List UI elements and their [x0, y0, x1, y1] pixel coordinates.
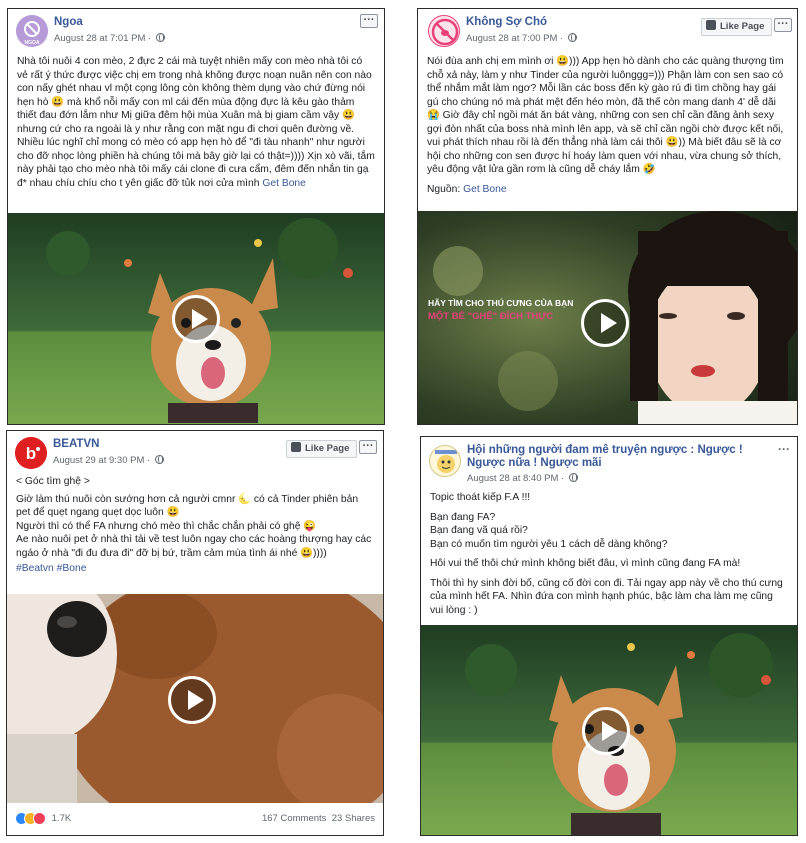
video-thumbnail[interactable]: [8, 213, 384, 424]
thumbs-up-icon: [706, 20, 716, 30]
play-button[interactable]: [581, 299, 629, 347]
timestamp[interactable]: August 28 at 7:00 PM: [466, 33, 557, 44]
post-header: NGOA Ngoa August 28 at 7:01 PM · ···: [8, 9, 384, 55]
post-header: Hội những người đam mê truyện ngược : Ng…: [421, 437, 797, 489]
thumbs-up-icon: [291, 442, 301, 452]
timestamp[interactable]: August 29 at 9:30 PM: [53, 455, 144, 466]
post-meta: August 28 at 8:40 PM ·: [467, 473, 578, 484]
page-name[interactable]: Hội những người đam mê truyện ngược : Ng…: [467, 444, 767, 470]
post-beatvn: b BEATVN August 29 at 9:30 PM · Like Pag…: [6, 430, 384, 836]
no-dog-logo-icon: [431, 18, 459, 46]
like-page-label: Like Page: [305, 443, 350, 454]
post-body: Nói đùa anh chị em mình ơi 😃))) App hẹn …: [427, 56, 784, 175]
post-footer: 1.7K 167 Comments 23 Shares: [7, 801, 383, 835]
svg-text:NGOA: NGOA: [25, 40, 40, 46]
more-options-button[interactable]: ···: [359, 440, 377, 454]
page-avatar[interactable]: b: [15, 437, 47, 469]
globe-icon: [568, 473, 578, 482]
post-body-line: Ae nào nuôi pet ở nhà thì tải về test lu…: [16, 534, 372, 559]
video-thumbnail[interactable]: [7, 594, 383, 803]
source-label: Nguồn:: [427, 183, 464, 195]
more-options-button[interactable]: ···: [778, 442, 790, 456]
post-body-line: Người thì có thể FA nhưng chó mèo thì ch…: [16, 520, 317, 532]
post-header: Không Sợ Chó August 28 at 7:00 PM · Like…: [418, 9, 797, 55]
page-name[interactable]: Ngoa: [54, 16, 83, 28]
play-button[interactable]: [168, 676, 216, 724]
engagement-stats: 167 Comments 23 Shares: [262, 813, 375, 824]
post-text: Topic thoát kiếp F.A !!! Bạn đang FA? Bạ…: [421, 491, 797, 617]
ngoa-logo-icon: NGOA: [16, 15, 48, 47]
more-options-button[interactable]: ···: [774, 18, 792, 32]
mention-link[interactable]: Get Bone: [262, 178, 306, 189]
source-link[interactable]: Get Bone: [463, 184, 507, 195]
shares-count[interactable]: 23 Shares: [332, 813, 375, 824]
page-name[interactable]: Không Sợ Chó: [466, 16, 547, 28]
post-body-line: Giờ làm thú nuôi còn sướng hơn cả người …: [16, 493, 359, 519]
video-caption-2: MỘT BÉ "GHỆ" ĐÍCH THỰC: [428, 310, 553, 322]
post-text: Nhà tôi nuôi 4 con mèo, 2 đực 2 cái mà t…: [8, 55, 384, 190]
post-meta: August 28 at 7:00 PM ·: [466, 33, 577, 44]
post-body-line: Thôi thì hy sinh đời bố, cũng cố đời con…: [430, 577, 783, 616]
page-avatar[interactable]: [428, 15, 460, 47]
video-caption-1: HÃY TÌM CHO THÚ CƯNG CỦA BẠN: [428, 297, 573, 308]
timestamp[interactable]: August 28 at 7:01 PM: [54, 33, 145, 44]
page-avatar[interactable]: [429, 445, 461, 477]
video-thumbnail[interactable]: [421, 625, 797, 835]
post-meta: August 29 at 9:30 PM ·: [53, 455, 164, 466]
post-header: b BEATVN August 29 at 9:30 PM · Like Pag…: [7, 431, 383, 477]
post-body-questions: Bạn đang FA? Bạn đang vã quá rồi? Bạn có…: [430, 511, 668, 550]
page-avatar[interactable]: NGOA: [16, 15, 48, 47]
globe-icon: [567, 33, 577, 42]
post-text: Nói đùa anh chị em mình ơi 😃))) App hẹn …: [418, 55, 797, 196]
post-meta: August 28 at 7:01 PM ·: [54, 33, 165, 44]
post-body-heading: Topic thoát kiếp F.A !!!: [430, 492, 531, 503]
like-page-button[interactable]: Like Page: [701, 18, 773, 36]
globe-icon: [154, 455, 164, 464]
love-reaction-icon: [33, 812, 46, 825]
post-khong-so-cho: Không Sợ Chó August 28 at 7:00 PM · Like…: [417, 8, 798, 425]
post-ngoa: NGOA Ngoa August 28 at 7:01 PM · ··· Nhà…: [7, 8, 385, 425]
post-body-heading: < Góc tìm ghệ >: [16, 476, 90, 487]
group-logo-icon: [435, 450, 457, 473]
hashtags[interactable]: #Beatvn #Bone: [16, 562, 374, 576]
comments-count[interactable]: 167 Comments: [262, 813, 326, 824]
post-body-line: Hôi vui thế thôi chứ mình không biết đâu…: [430, 558, 741, 569]
post-truyen-nguoc: Hội những người đam mê truyện ngược : Ng…: [420, 436, 798, 836]
like-page-label: Like Page: [720, 21, 765, 32]
timestamp[interactable]: August 28 at 8:40 PM: [467, 473, 558, 484]
play-button[interactable]: [172, 295, 220, 343]
globe-icon: [155, 33, 165, 42]
like-page-button[interactable]: Like Page: [286, 440, 358, 458]
video-thumbnail[interactable]: HÃY TÌM CHO THÚ CƯNG CỦA BẠN MỘT BÉ "GHỆ…: [418, 211, 797, 424]
post-body: Nhà tôi nuôi 4 con mèo, 2 đực 2 cái mà t…: [17, 56, 375, 189]
more-options-button[interactable]: ···: [360, 14, 378, 28]
svg-text:b: b: [26, 444, 36, 463]
play-button[interactable]: [582, 707, 630, 755]
post-text: < Góc tìm ghệ > Giờ làm thú nuôi còn sướ…: [7, 475, 383, 576]
reactions-count: 1.7K: [51, 813, 72, 825]
reactions[interactable]: 1.7K: [15, 812, 71, 825]
page-name[interactable]: BEATVN: [53, 438, 99, 450]
beatvn-logo-icon: b: [15, 437, 47, 469]
